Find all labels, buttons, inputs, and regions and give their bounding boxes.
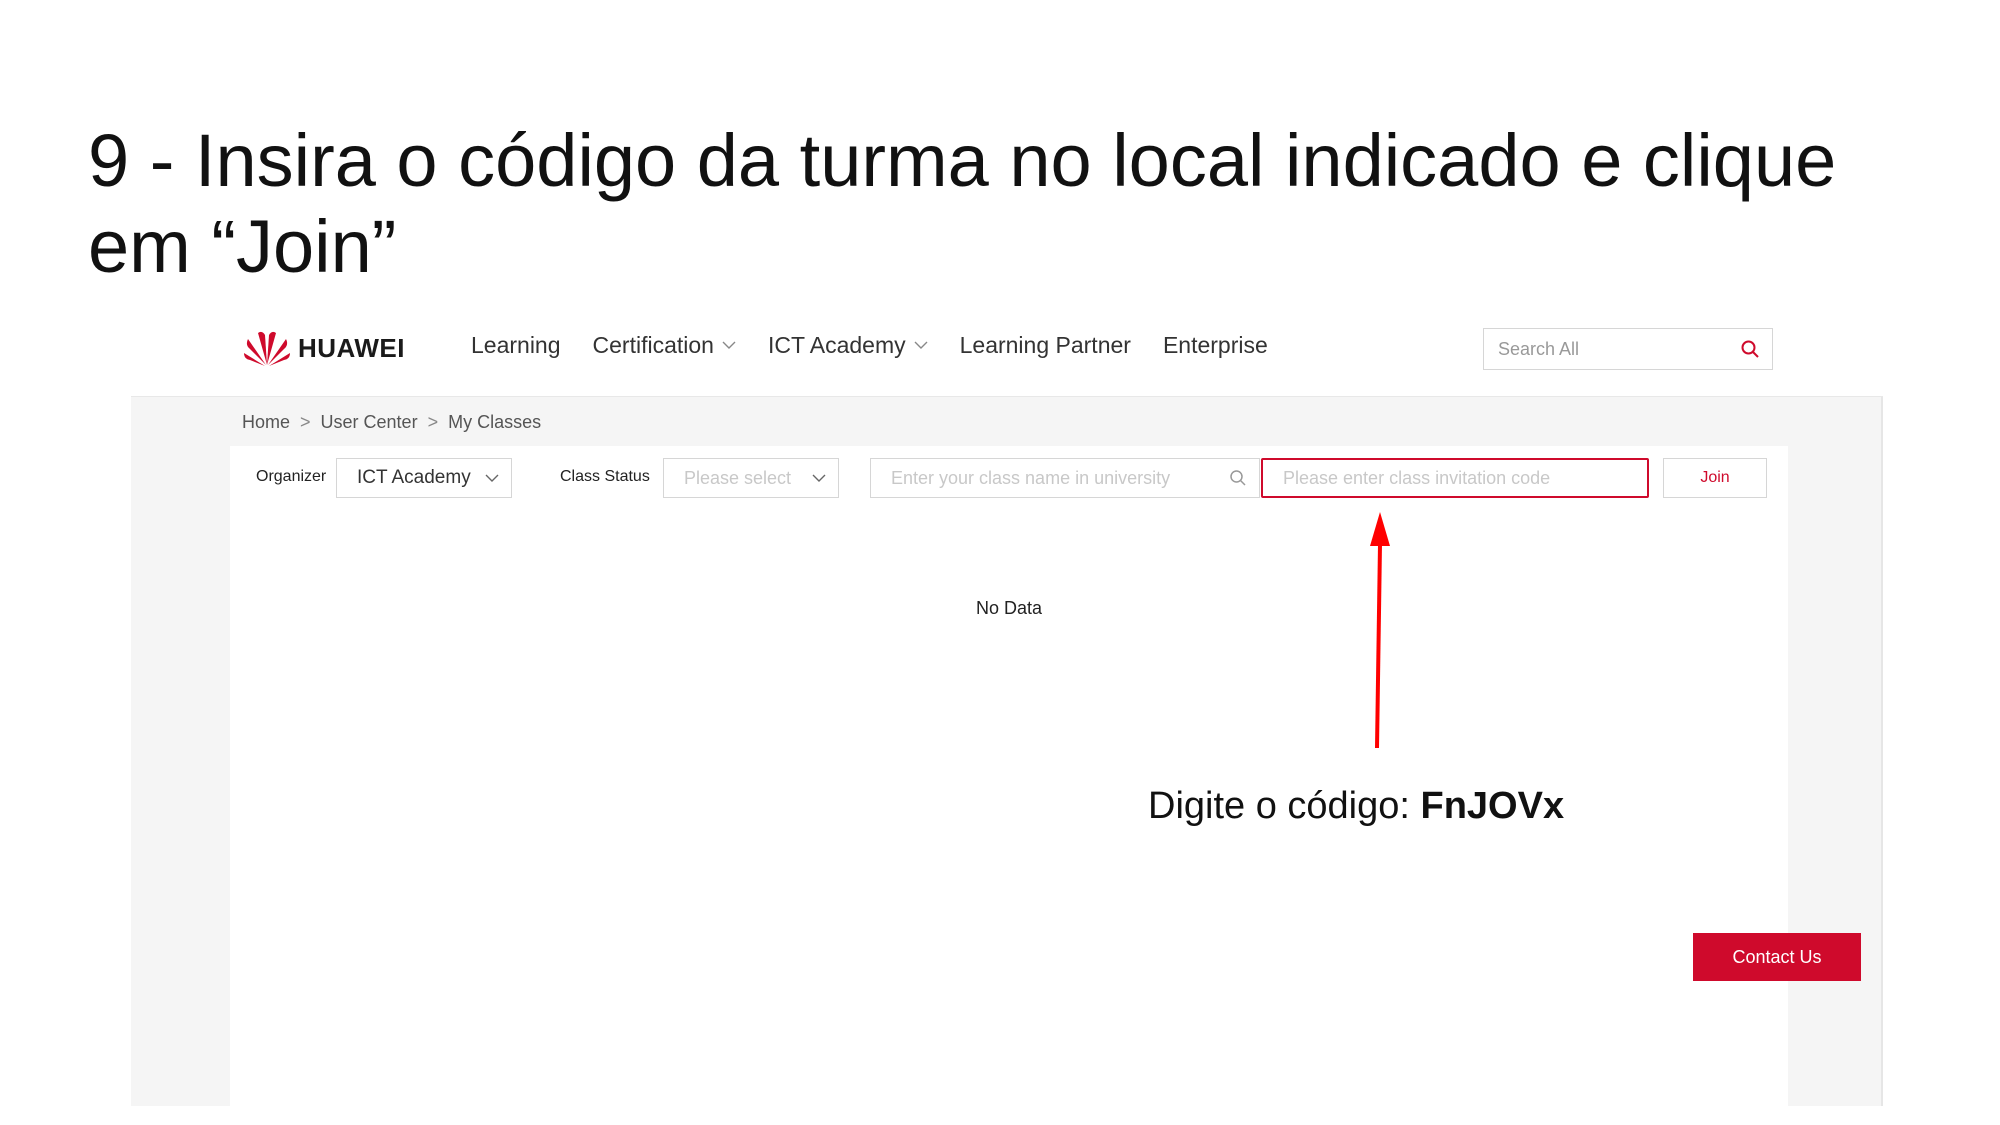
chevron-down-icon [722,341,736,349]
nav-learning-label: Learning [471,332,561,358]
organizer-select[interactable]: ICT Academy [336,458,512,498]
nav-ict-academy-label: ICT Academy [767,332,906,358]
search-icon[interactable] [1229,469,1247,487]
organizer-value: ICT Academy [357,467,471,488]
nav-learning-partner[interactable]: Learning Partner [960,332,1131,359]
screenshot-frame: HUAWEI Learning Certification ICT Academ… [131,298,1883,1106]
global-search [1483,328,1773,370]
annotation-text: Digite o código: FnJOVx [1148,785,1564,828]
nav-ict-academy[interactable]: ICT Academy [768,332,928,359]
class-name-search-input[interactable] [871,459,1221,497]
organizer-label: Organizer [256,468,327,485]
annotation-code: FnJOVx [1420,785,1565,827]
chevron-down-icon [914,341,928,349]
nav-learning[interactable]: Learning [471,332,561,359]
nav-certification[interactable]: Certification [593,332,736,359]
nav-enterprise-label: Enterprise [1162,332,1268,358]
nav-certification-label: Certification [592,332,714,358]
join-button[interactable]: Join [1663,458,1767,498]
empty-state-text: No Data [975,598,1043,618]
invitation-code-input[interactable] [1263,460,1643,496]
huawei-flower-icon [244,331,290,366]
my-classes-panel: Organizer ICT Academy Class Status Pleas… [230,446,1788,1106]
main-nav: Learning Certification ICT Academy Learn… [471,332,1300,359]
class-status-label: Class Status [560,468,650,485]
huawei-logo[interactable]: HUAWEI [242,328,405,368]
pointer-arrow [1370,512,1390,749]
contact-us-button[interactable]: Contact Us [1693,933,1861,981]
nav-enterprise[interactable]: Enterprise [1163,332,1268,359]
slide-title: 9 - Insira o código da turma no local in… [88,119,1837,288]
breadcrumb-home[interactable]: Home [242,412,290,433]
invitation-code-field [1261,458,1649,498]
chevron-down-icon [485,474,499,482]
chevron-down-icon [812,474,826,482]
breadcrumb: Home > User Center > My Classes [242,412,541,433]
breadcrumb-user-center[interactable]: User Center [321,412,418,433]
breadcrumb-my-classes: My Classes [448,412,542,432]
breadcrumb-separator: > [427,412,439,432]
frame-edge [1881,298,1883,1106]
class-status-select[interactable]: Please select [663,458,839,498]
search-icon[interactable] [1740,339,1760,359]
logo-text: HUAWEI [298,332,405,363]
breadcrumb-separator: > [300,412,311,432]
annotation-prefix: Digite o código: [1148,785,1421,827]
global-search-input[interactable] [1484,329,1738,369]
top-navigation-bar: HUAWEI Learning Certification ICT Academ… [131,298,1883,397]
class-name-search [870,458,1260,498]
nav-learning-partner-label: Learning Partner [959,332,1131,358]
class-status-placeholder: Please select [684,467,792,488]
